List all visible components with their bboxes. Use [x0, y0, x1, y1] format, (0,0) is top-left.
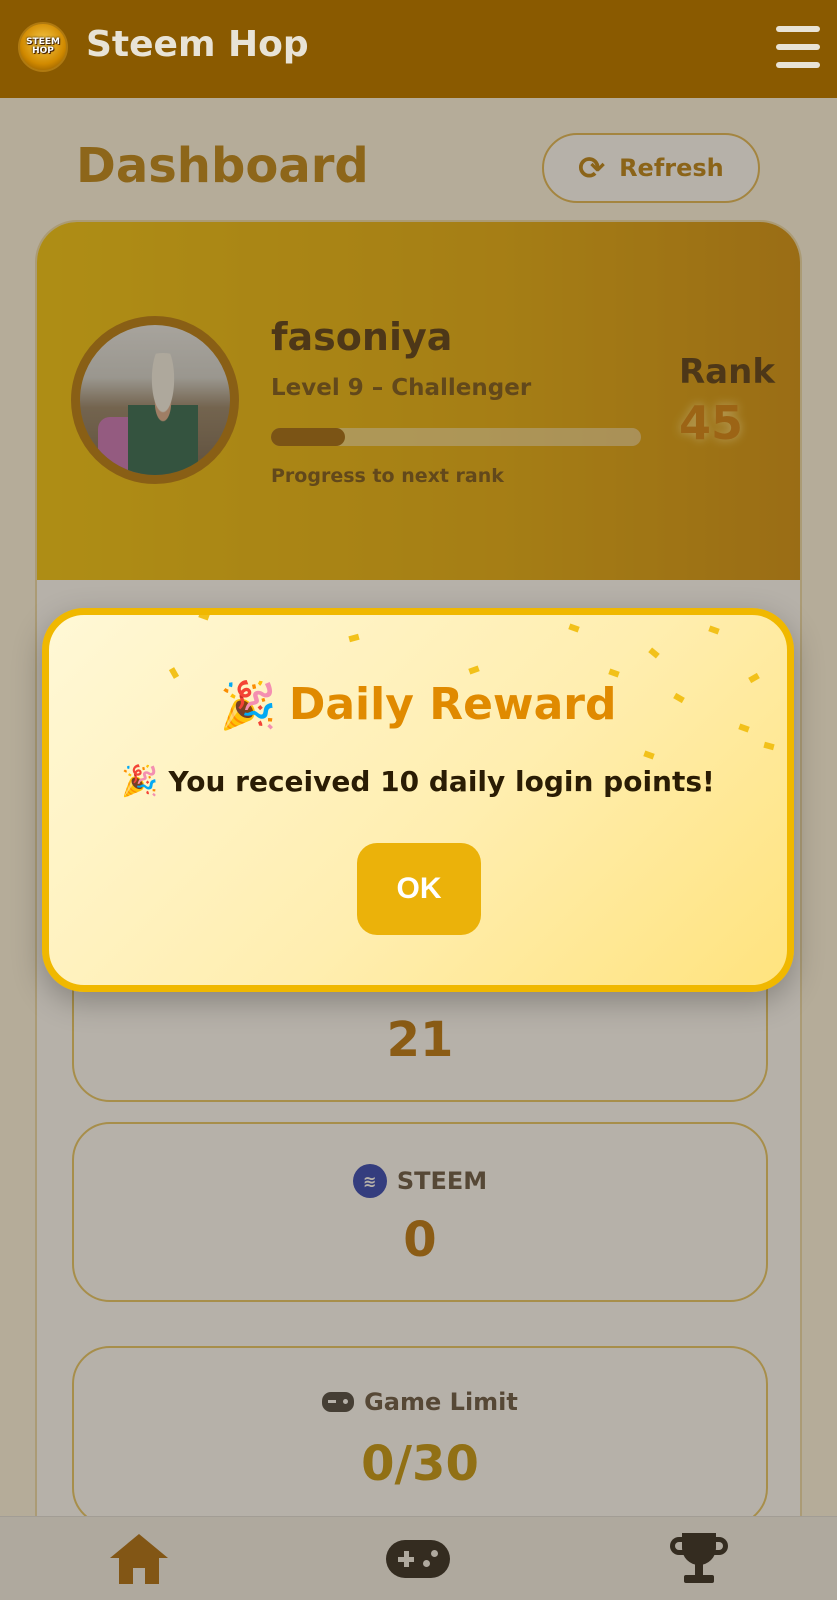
- hamburger-menu-icon[interactable]: [776, 26, 820, 68]
- ok-button[interactable]: OK: [357, 843, 481, 935]
- menu-line: [776, 26, 820, 32]
- modal-title: Daily Reward: [288, 679, 617, 730]
- menu-line: [776, 62, 820, 68]
- party-popper-icon: 🎉: [121, 763, 159, 799]
- modal-message: You received 10 daily login points!: [168, 765, 715, 798]
- app-logo[interactable]: STEEM HOP: [18, 22, 68, 72]
- app-header: STEEM HOP Steem Hop: [0, 0, 837, 98]
- app-title: Steem Hop: [86, 24, 309, 65]
- modal-title-row: 🎉 Daily Reward: [49, 679, 787, 730]
- modal-message-row: 🎉 You received 10 daily login points!: [49, 765, 787, 798]
- logo-text: STEEM HOP: [26, 37, 60, 56]
- daily-reward-modal: 🎉 Daily Reward 🎉 You received 10 daily l…: [42, 608, 794, 992]
- menu-line: [776, 44, 820, 50]
- party-popper-icon: 🎉: [219, 677, 277, 732]
